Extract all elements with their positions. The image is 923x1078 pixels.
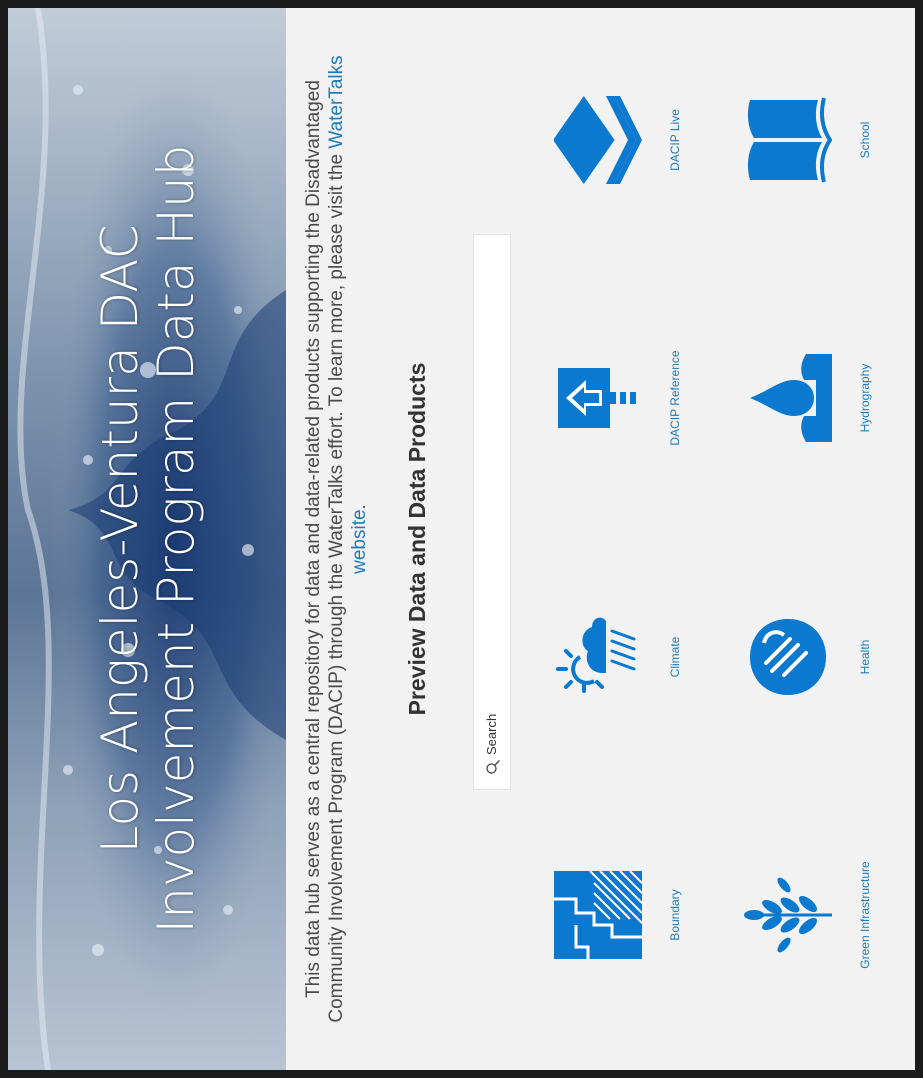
- category-climate[interactable]: Climate: [554, 582, 724, 732]
- search-icon: [486, 760, 500, 774]
- title-line-1: Los Angeles-Ventura DAC: [91, 224, 149, 854]
- title-line-2: Involvement Program Data Hub: [147, 144, 205, 934]
- category-label: Hydrography: [858, 363, 872, 433]
- category-label: School: [858, 121, 872, 159]
- page-title: Los Angeles-Ventura DAC Involvement Prog…: [91, 8, 205, 1070]
- category-boundary[interactable]: Boundary: [554, 840, 724, 990]
- category-health[interactable]: Health: [744, 582, 914, 732]
- search-input[interactable]: Search: [473, 234, 511, 790]
- intro-paragraph: This data hub serves as a central reposi…: [302, 38, 371, 1040]
- search-placeholder: Search: [484, 713, 499, 755]
- health-hand-icon: [750, 619, 826, 695]
- category-label: Health: [858, 639, 872, 675]
- boundary-icon: [554, 871, 642, 959]
- category-label: DACIP Live: [668, 109, 682, 171]
- hub-page: Los Angeles-Ventura DAC Involvement Prog…: [8, 8, 915, 1070]
- reference-icon: [558, 368, 636, 428]
- category-label: DACIP Reference: [668, 350, 682, 446]
- category-label: Boundary: [668, 889, 682, 941]
- water-drop-icon: [750, 354, 832, 442]
- book-icon: [747, 97, 832, 183]
- category-school[interactable]: School: [744, 65, 914, 215]
- section-title: Preview Data and Data Products: [404, 362, 430, 716]
- category-green-infrastructure[interactable]: Green Infrastructure: [744, 840, 914, 990]
- category-dacip-reference[interactable]: DACIP Reference: [554, 323, 724, 473]
- screen-frame: Los Angeles-Ventura DAC Involvement Prog…: [0, 0, 923, 1078]
- category-label: Climate: [668, 636, 682, 678]
- category-hydrography[interactable]: Hydrography: [744, 323, 914, 473]
- layers-icon: [554, 96, 642, 184]
- category-label: Green Infrastructure: [858, 861, 872, 969]
- intro-text-end: .: [349, 504, 370, 510]
- hero-banner: Los Angeles-Ventura DAC Involvement Prog…: [8, 8, 286, 1070]
- climate-icon: [556, 617, 636, 693]
- category-dacip-live[interactable]: DACIP Live: [554, 65, 724, 215]
- wheat-icon: [744, 877, 832, 953]
- intro-text: This data hub serves as a central reposi…: [303, 80, 347, 1023]
